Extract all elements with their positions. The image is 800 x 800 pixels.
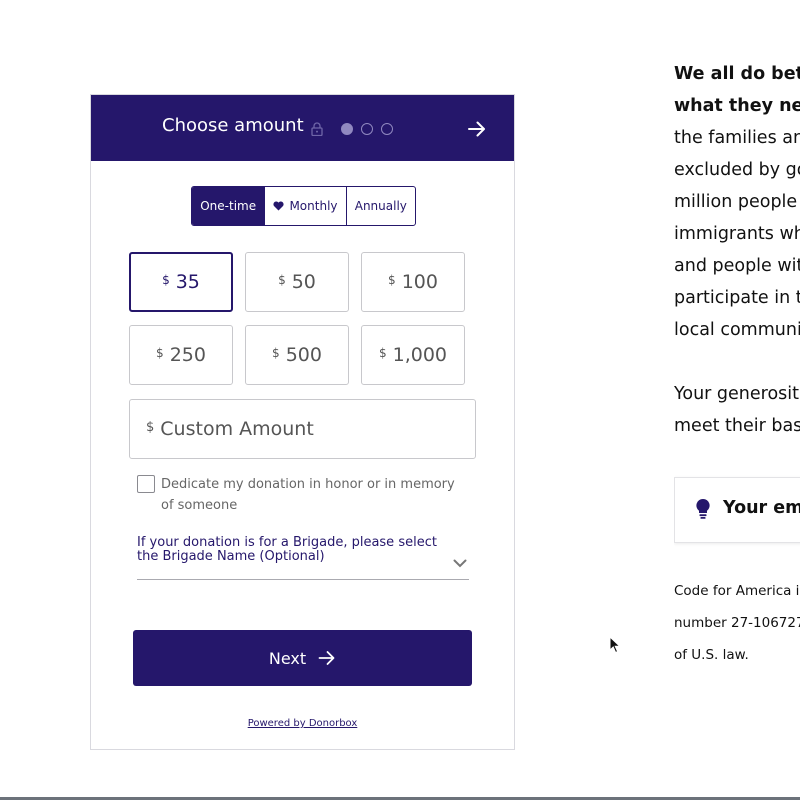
amount-option-500[interactable]: $ 500 xyxy=(245,325,349,385)
frequency-annually-label: Annually xyxy=(354,199,407,213)
callout-box: Your emp xyxy=(674,477,800,543)
header-title: Choose amount xyxy=(162,115,304,136)
frequency-monthly-tab[interactable]: Monthly xyxy=(264,187,345,225)
amount-value: 250 xyxy=(169,344,206,366)
article-line: what they nee xyxy=(674,96,800,116)
article-line: We all do bette xyxy=(674,64,800,84)
currency-symbol: $ xyxy=(272,346,280,360)
amount-option-35[interactable]: $ 35 xyxy=(129,252,233,312)
amount-option-100[interactable]: $ 100 xyxy=(361,252,465,312)
frequency-toggle: One-time Monthly Annually xyxy=(191,186,416,226)
frequency-one-time-label: One-time xyxy=(200,199,257,213)
step-indicator-3 xyxy=(381,123,393,135)
frequency-monthly-label: Monthly xyxy=(289,199,338,213)
footer-line: Code for America i xyxy=(674,583,800,599)
arrow-right-icon[interactable] xyxy=(467,119,487,139)
article-line: immigrants wh xyxy=(674,224,800,244)
article-line: local communi xyxy=(674,320,800,340)
amount-value: 50 xyxy=(291,271,316,293)
article-line: meet their basi xyxy=(674,416,800,436)
amount-option-50[interactable]: $ 50 xyxy=(245,252,349,312)
amount-option-1000[interactable]: $ 1,000 xyxy=(361,325,465,385)
currency-symbol: $ xyxy=(388,273,396,287)
article-line: the families an xyxy=(674,128,800,148)
article-text: We all do bette what they nee the famili… xyxy=(674,64,800,764)
step-indicator-1 xyxy=(341,123,353,135)
article-line: million people xyxy=(674,192,798,212)
next-button-label: Next xyxy=(268,648,307,668)
brigade-select-label: If your donation is for a Brigade, pleas… xyxy=(137,535,437,564)
frequency-annually-tab[interactable]: Annually xyxy=(345,187,415,225)
article-line: Your generosit xyxy=(674,384,800,404)
callout-text: Your emp xyxy=(723,498,800,518)
widget-header: Choose amount xyxy=(91,95,514,161)
custom-amount-placeholder: Custom Amount xyxy=(160,418,314,440)
custom-amount-input[interactable]: $ Custom Amount xyxy=(129,399,476,459)
donation-widget: Choose amount One-time Monthly Annually … xyxy=(90,94,515,750)
footer-line: of U.S. law. xyxy=(674,647,749,663)
article-line: participate in t xyxy=(674,288,800,308)
mouse-cursor-icon xyxy=(609,636,621,654)
currency-symbol: $ xyxy=(162,273,170,287)
frequency-one-time-tab[interactable]: One-time xyxy=(192,187,265,225)
lightbulb-icon xyxy=(696,498,710,519)
brigade-select[interactable]: If your donation is for a Brigade, pleas… xyxy=(137,536,469,580)
article-line: and people wit xyxy=(674,256,800,276)
currency-symbol: $ xyxy=(378,346,387,360)
powered-by-link[interactable]: Powered by Donorbox xyxy=(91,718,514,729)
lock-icon xyxy=(311,122,323,136)
currency-symbol: $ xyxy=(156,346,164,360)
amount-value: 500 xyxy=(285,344,322,366)
amount-option-250[interactable]: $ 250 xyxy=(129,325,233,385)
heart-icon xyxy=(273,201,285,211)
currency-symbol: $ xyxy=(278,273,286,287)
arrow-right-icon xyxy=(318,651,335,665)
amount-value: 1,000 xyxy=(392,344,448,366)
step-indicator-2 xyxy=(361,123,373,135)
footer-line: number 27-106727 xyxy=(674,615,800,631)
chevron-down-icon xyxy=(453,559,467,568)
article-line: excluded by go xyxy=(674,160,800,180)
amount-value: 35 xyxy=(175,271,200,293)
dedicate-checkbox[interactable] xyxy=(137,475,155,493)
currency-symbol: $ xyxy=(146,419,155,435)
amount-value: 100 xyxy=(401,271,438,293)
next-button[interactable]: Next xyxy=(133,630,472,686)
dedicate-label: Dedicate my donation in honor or in memo… xyxy=(161,477,455,513)
